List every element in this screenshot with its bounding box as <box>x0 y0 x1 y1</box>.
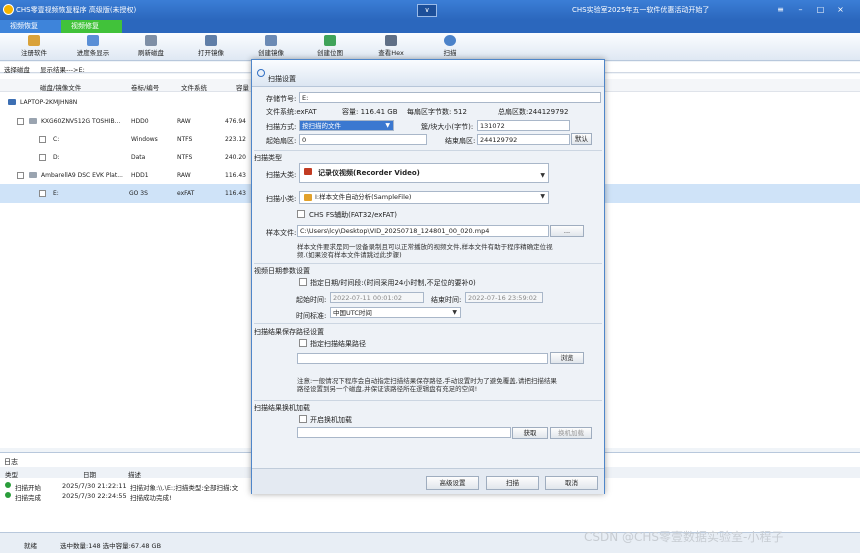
resume-path-field[interactable] <box>297 427 511 438</box>
menu-icon[interactable]: ≡ <box>775 4 786 15</box>
create-image-button[interactable]: 创建镜像 <box>255 35 287 60</box>
dialog-title: 扫描设置 <box>268 75 296 83</box>
dialog-title-bar: 扫描设置 <box>252 60 604 87</box>
success-icon <box>5 482 11 488</box>
timezone-select[interactable]: 中国UTC时间 ▼ <box>330 307 461 318</box>
minimize-icon[interactable]: – <box>795 4 806 15</box>
start-time-field[interactable]: 2022-07-11 00:01:02 <box>330 292 424 303</box>
path-note: 注意:一般情况下程序会自动指定扫描结果保存路径,手动设置时为了避免覆盖,请把扫描… <box>297 377 557 393</box>
chevron-down-icon: ▼ <box>452 309 457 316</box>
computer-icon <box>8 99 16 105</box>
col-fs[interactable]: 文件系统 <box>181 82 207 92</box>
video-icon <box>304 168 312 175</box>
section-scan-type: 扫描类型 <box>254 154 282 162</box>
fs-assist-checkbox[interactable] <box>297 210 305 218</box>
search-icon <box>257 69 265 77</box>
scan-settings-dialog: 扫描设置 存储节号: E: 文件系统:exFAT 容量: 116.41 GB 每… <box>251 59 605 494</box>
select-disk-label[interactable]: 选择磁盘 <box>4 64 30 74</box>
view-hex-button[interactable]: 查看Hex <box>375 35 407 60</box>
open-image-icon <box>205 35 217 46</box>
sector-size-info: 每扇区字节数: 512 <box>407 108 467 116</box>
refresh-disk-button[interactable]: 刷新磁盘 <box>135 35 167 60</box>
save-path-field[interactable] <box>297 353 548 364</box>
refresh-disk-icon <box>145 35 157 46</box>
sample-browse-button[interactable]: ... <box>550 225 584 237</box>
selection-summary: 选中数量:148 选中容量:67.48 GB <box>60 542 162 550</box>
date-range-checkbox[interactable] <box>299 278 307 286</box>
section-save-path: 扫描结果保存路径设置 <box>254 328 324 336</box>
row-checkbox[interactable] <box>39 136 46 143</box>
tab-video-repair[interactable]: 视频修复 <box>61 20 122 33</box>
advanced-settings-button[interactable]: 高级设置 <box>426 476 479 490</box>
scan-button[interactable]: 扫描 <box>486 476 539 490</box>
watermark: CSDN @CHS零壹数据实验室-小程子 <box>584 530 784 544</box>
default-button[interactable]: 默认 <box>571 133 592 145</box>
section-date: 视频日期参数设置 <box>254 267 310 275</box>
create-bitmap-button[interactable]: 创建位图 <box>314 35 346 60</box>
capacity-info: 容量: 116.41 GB <box>342 108 398 116</box>
promo-link[interactable]: CHS实验室2025年五一软件优惠活动开始了 <box>572 5 709 15</box>
col-label[interactable]: 卷标/编号 <box>131 82 159 92</box>
app-title: CHS零壹视频恢复程序 高级版(未授权) <box>16 6 137 14</box>
log-title: 日志 <box>4 458 18 466</box>
chevron-down-icon: ▼ <box>540 172 545 179</box>
open-image-button[interactable]: 打开镜像 <box>195 35 227 60</box>
close-icon[interactable]: × <box>835 4 846 15</box>
start-sector-field[interactable]: 0 <box>299 134 427 145</box>
register-icon <box>28 35 40 46</box>
scan-subcategory-select[interactable]: I:样本文件自动分析(SampleFile) ▼ <box>299 191 549 204</box>
breadcrumb: 显示结果--->E: <box>40 66 85 74</box>
hex-icon <box>385 35 397 46</box>
tab-video-recovery[interactable]: 视频恢复 <box>0 20 61 33</box>
sample-note: 样本文件要求是同一设备录制且可以正常播放的视频文件,样本文件有助于程序精确定位视… <box>297 243 553 259</box>
title-bar: CHS零壹视频恢复程序 高级版(未授权) ∨ CHS实验室2025年五一软件优惠… <box>0 0 860 20</box>
resume-load-button[interactable]: 换机加载 <box>550 427 592 439</box>
scan-mode-select[interactable]: 按扫描的文件 ▼ <box>299 120 394 131</box>
app-logo-icon <box>3 4 14 15</box>
save-path-checkbox[interactable] <box>299 339 307 347</box>
row-checkbox[interactable] <box>39 190 46 197</box>
chevron-down-icon: ▼ <box>540 193 545 200</box>
resume-checkbox[interactable] <box>299 415 307 423</box>
status-state: 就绪 <box>24 542 37 550</box>
scan-category-select[interactable]: 记录仪视频(Recorder Video) ▼ <box>299 163 549 183</box>
cluster-size-field[interactable]: 131072 <box>477 120 570 131</box>
progress-display-button[interactable]: 进度条显示 <box>74 35 112 60</box>
row-checkbox[interactable] <box>17 172 24 179</box>
section-resume: 扫描结果换机加载 <box>254 404 310 412</box>
progress-icon <box>87 35 99 46</box>
success-icon <box>5 492 11 498</box>
sample-file-field[interactable]: C:\Users\lcy\Desktop\VID_20250718_124801… <box>297 225 549 237</box>
path-browse-button[interactable]: 浏览 <box>550 352 584 364</box>
main-tabs: 视频恢复 视频修复 <box>0 20 860 33</box>
device-field[interactable]: E: <box>299 92 601 103</box>
sample-file-icon <box>304 194 312 201</box>
col-disk[interactable]: 磁盘/镜像文件 <box>40 82 81 92</box>
chevron-down-icon: ▼ <box>385 122 390 129</box>
end-sector-field[interactable]: 244129792 <box>477 134 570 145</box>
search-icon <box>444 35 456 46</box>
col-capacity[interactable]: 容量 <box>236 82 249 92</box>
cancel-button[interactable]: 取消 <box>545 476 598 490</box>
end-time-field[interactable]: 2022-07-16 23:59:02 <box>465 292 543 303</box>
promo-dropdown-button[interactable]: ∨ <box>417 4 437 17</box>
scan-toolbar-button[interactable]: 扫描 <box>436 35 464 60</box>
row-checkbox[interactable] <box>17 118 24 125</box>
hard-disk-icon <box>29 172 37 178</box>
hard-disk-icon <box>29 118 37 124</box>
maximize-icon[interactable]: □ <box>815 4 826 15</box>
get-button[interactable]: 获取 <box>512 427 548 439</box>
fs-info: 文件系统:exFAT <box>266 108 317 116</box>
create-image-icon <box>265 35 277 46</box>
row-checkbox[interactable] <box>39 154 46 161</box>
toolbar: 注册软件 进度条显示 刷新磁盘 打开镜像 创建镜像 创建位图 查看Hex 扫描 <box>0 33 860 61</box>
register-button[interactable]: 注册软件 <box>18 35 50 60</box>
create-bitmap-icon <box>324 35 336 46</box>
dialog-footer: 高级设置 扫描 取消 <box>252 468 604 494</box>
total-sectors-info: 总扇区数:244129792 <box>498 108 569 116</box>
